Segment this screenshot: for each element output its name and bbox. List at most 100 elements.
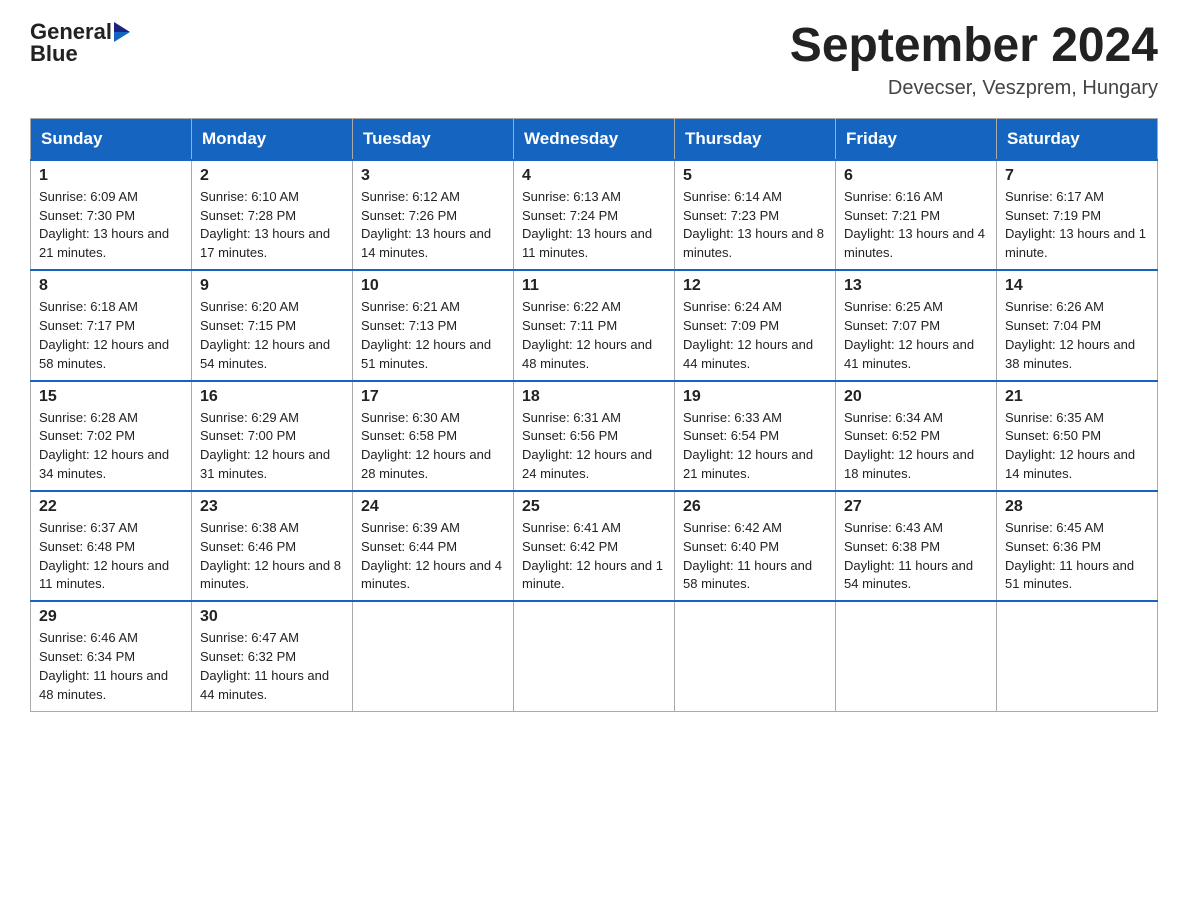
calendar-cell: 8 Sunrise: 6:18 AMSunset: 7:17 PMDaylight… [31,270,192,380]
calendar-cell: 5 Sunrise: 6:14 AMSunset: 7:23 PMDaylight… [675,160,836,270]
day-number: 28 [1005,498,1149,516]
cell-content: Sunrise: 6:39 AMSunset: 6:44 PMDaylight:… [361,519,505,594]
col-saturday: Saturday [997,118,1158,160]
col-friday: Friday [836,118,997,160]
calendar-cell: 26Sunrise: 6:42 AMSunset: 6:40 PMDayligh… [675,491,836,601]
calendar-week-row: 29 Sunrise: 6:46 AMSunset: 6:34 PMDayligh… [31,601,1158,711]
calendar-cell [514,601,675,711]
cell-content: Sunrise: 6:41 AMSunset: 6:42 PMDaylight:… [522,519,666,594]
cell-content: Sunrise: 6:45 AMSunset: 6:36 PMDaylight:… [1005,519,1149,594]
day-number: 29 [39,608,183,626]
calendar-cell: 28 Sunrise: 6:45 AMSunset: 6:36 PMDayligh… [997,491,1158,601]
calendar-cell: 20 Sunrise: 6:34 AMSunset: 6:52 PMDayligh… [836,381,997,491]
calendar-cell: 7 Sunrise: 6:17 AMSunset: 7:19 PMDaylight… [997,160,1158,270]
calendar-cell: 30 Sunrise: 6:47 AMSunset: 6:32 PMDayligh… [192,601,353,711]
cell-content: Sunrise: 6:37 AMSunset: 6:48 PMDaylight:… [39,519,183,594]
calendar-cell [836,601,997,711]
cell-content: Sunrise: 6:18 AMSunset: 7:17 PMDaylight:… [39,298,183,373]
day-number: 7 [1005,167,1149,185]
day-number: 15 [39,388,183,406]
day-number: 11 [522,277,666,295]
day-number: 10 [361,277,505,295]
calendar-cell: 10 Sunrise: 6:21 AMSunset: 7:13 PMDayligh… [353,270,514,380]
calendar-week-row: 1 Sunrise: 6:09 AMSunset: 7:30 PMDaylight… [31,160,1158,270]
cell-content: Sunrise: 6:43 AMSunset: 6:38 PMDaylight:… [844,519,988,594]
cell-content: Sunrise: 6:47 AMSunset: 6:32 PMDaylight:… [200,629,344,704]
day-number: 12 [683,277,827,295]
cell-content: Sunrise: 6:31 AMSunset: 6:56 PMDaylight:… [522,409,666,484]
cell-content: Sunrise: 6:26 AMSunset: 7:04 PMDaylight:… [1005,298,1149,373]
calendar-cell: 25 Sunrise: 6:41 AMSunset: 6:42 PMDayligh… [514,491,675,601]
col-tuesday: Tuesday [353,118,514,160]
cell-content: Sunrise: 6:13 AMSunset: 7:24 PMDaylight:… [522,188,666,263]
month-title: September 2024 [790,20,1158,73]
day-number: 16 [200,388,344,406]
day-number: 8 [39,277,183,295]
cell-content: Sunrise: 6:35 AMSunset: 6:50 PMDaylight:… [1005,409,1149,484]
day-number: 23 [200,498,344,516]
day-number: 18 [522,388,666,406]
day-number: 20 [844,388,988,406]
calendar-cell: 1 Sunrise: 6:09 AMSunset: 7:30 PMDaylight… [31,160,192,270]
calendar-title-area: September 2024 Devecser, Veszprem, Hunga… [790,20,1158,100]
calendar-header-row: Sunday Monday Tuesday Wednesday Thursday… [31,118,1158,160]
cell-content: Sunrise: 6:21 AMSunset: 7:13 PMDaylight:… [361,298,505,373]
calendar-cell: 22 Sunrise: 6:37 AMSunset: 6:48 PMDayligh… [31,491,192,601]
calendar-cell: 9Sunrise: 6:20 AMSunset: 7:15 PMDaylight… [192,270,353,380]
logo: General Blue [30,20,130,66]
cell-content: Sunrise: 6:10 AMSunset: 7:28 PMDaylight:… [200,188,344,263]
day-number: 21 [1005,388,1149,406]
cell-content: Sunrise: 6:20 AMSunset: 7:15 PMDaylight:… [200,298,344,373]
calendar-cell: 19 Sunrise: 6:33 AMSunset: 6:54 PMDayligh… [675,381,836,491]
cell-content: Sunrise: 6:46 AMSunset: 6:34 PMDaylight:… [39,629,183,704]
cell-content: Sunrise: 6:16 AMSunset: 7:21 PMDaylight:… [844,188,988,263]
day-number: 17 [361,388,505,406]
calendar-cell [997,601,1158,711]
calendar-cell: 24 Sunrise: 6:39 AMSunset: 6:44 PMDayligh… [353,491,514,601]
calendar-cell: 15 Sunrise: 6:28 AMSunset: 7:02 PMDayligh… [31,381,192,491]
day-number: 2 [200,167,344,185]
col-monday: Monday [192,118,353,160]
cell-content: Sunrise: 6:34 AMSunset: 6:52 PMDaylight:… [844,409,988,484]
cell-content: Sunrise: 6:14 AMSunset: 7:23 PMDaylight:… [683,188,827,263]
cell-content: Sunrise: 6:25 AMSunset: 7:07 PMDaylight:… [844,298,988,373]
day-number: 1 [39,167,183,185]
page-header: General Blue September 2024 Devecser, Ve… [30,20,1158,100]
col-wednesday: Wednesday [514,118,675,160]
day-number: 4 [522,167,666,185]
calendar-week-row: 8 Sunrise: 6:18 AMSunset: 7:17 PMDaylight… [31,270,1158,380]
calendar-week-row: 15 Sunrise: 6:28 AMSunset: 7:02 PMDayligh… [31,381,1158,491]
cell-content: Sunrise: 6:30 AMSunset: 6:58 PMDaylight:… [361,409,505,484]
calendar-cell: 14 Sunrise: 6:26 AMSunset: 7:04 PMDayligh… [997,270,1158,380]
calendar-cell: 27 Sunrise: 6:43 AMSunset: 6:38 PMDayligh… [836,491,997,601]
day-number: 24 [361,498,505,516]
day-number: 27 [844,498,988,516]
calendar-cell: 16Sunrise: 6:29 AMSunset: 7:00 PMDayligh… [192,381,353,491]
day-number: 13 [844,277,988,295]
logo-text: General Blue [30,20,130,66]
day-number: 5 [683,167,827,185]
calendar-cell: 6 Sunrise: 6:16 AMSunset: 7:21 PMDaylight… [836,160,997,270]
calendar-cell [675,601,836,711]
day-number: 22 [39,498,183,516]
calendar-cell [353,601,514,711]
day-number: 6 [844,167,988,185]
day-number: 14 [1005,277,1149,295]
location-title: Devecser, Veszprem, Hungary [790,77,1158,100]
logo-arrow-icon [114,22,130,42]
day-number: 3 [361,167,505,185]
cell-content: Sunrise: 6:22 AMSunset: 7:11 PMDaylight:… [522,298,666,373]
cell-content: Sunrise: 6:28 AMSunset: 7:02 PMDaylight:… [39,409,183,484]
cell-content: Sunrise: 6:17 AMSunset: 7:19 PMDaylight:… [1005,188,1149,263]
cell-content: Sunrise: 6:09 AMSunset: 7:30 PMDaylight:… [39,188,183,263]
day-number: 30 [200,608,344,626]
calendar-week-row: 22 Sunrise: 6:37 AMSunset: 6:48 PMDayligh… [31,491,1158,601]
calendar-cell: 23Sunrise: 6:38 AMSunset: 6:46 PMDayligh… [192,491,353,601]
calendar-cell: 21 Sunrise: 6:35 AMSunset: 6:50 PMDayligh… [997,381,1158,491]
cell-content: Sunrise: 6:42 AMSunset: 6:40 PMDaylight:… [683,519,827,594]
calendar-cell: 17 Sunrise: 6:30 AMSunset: 6:58 PMDayligh… [353,381,514,491]
day-number: 19 [683,388,827,406]
cell-content: Sunrise: 6:33 AMSunset: 6:54 PMDaylight:… [683,409,827,484]
day-number: 25 [522,498,666,516]
calendar-cell: 13 Sunrise: 6:25 AMSunset: 7:07 PMDayligh… [836,270,997,380]
